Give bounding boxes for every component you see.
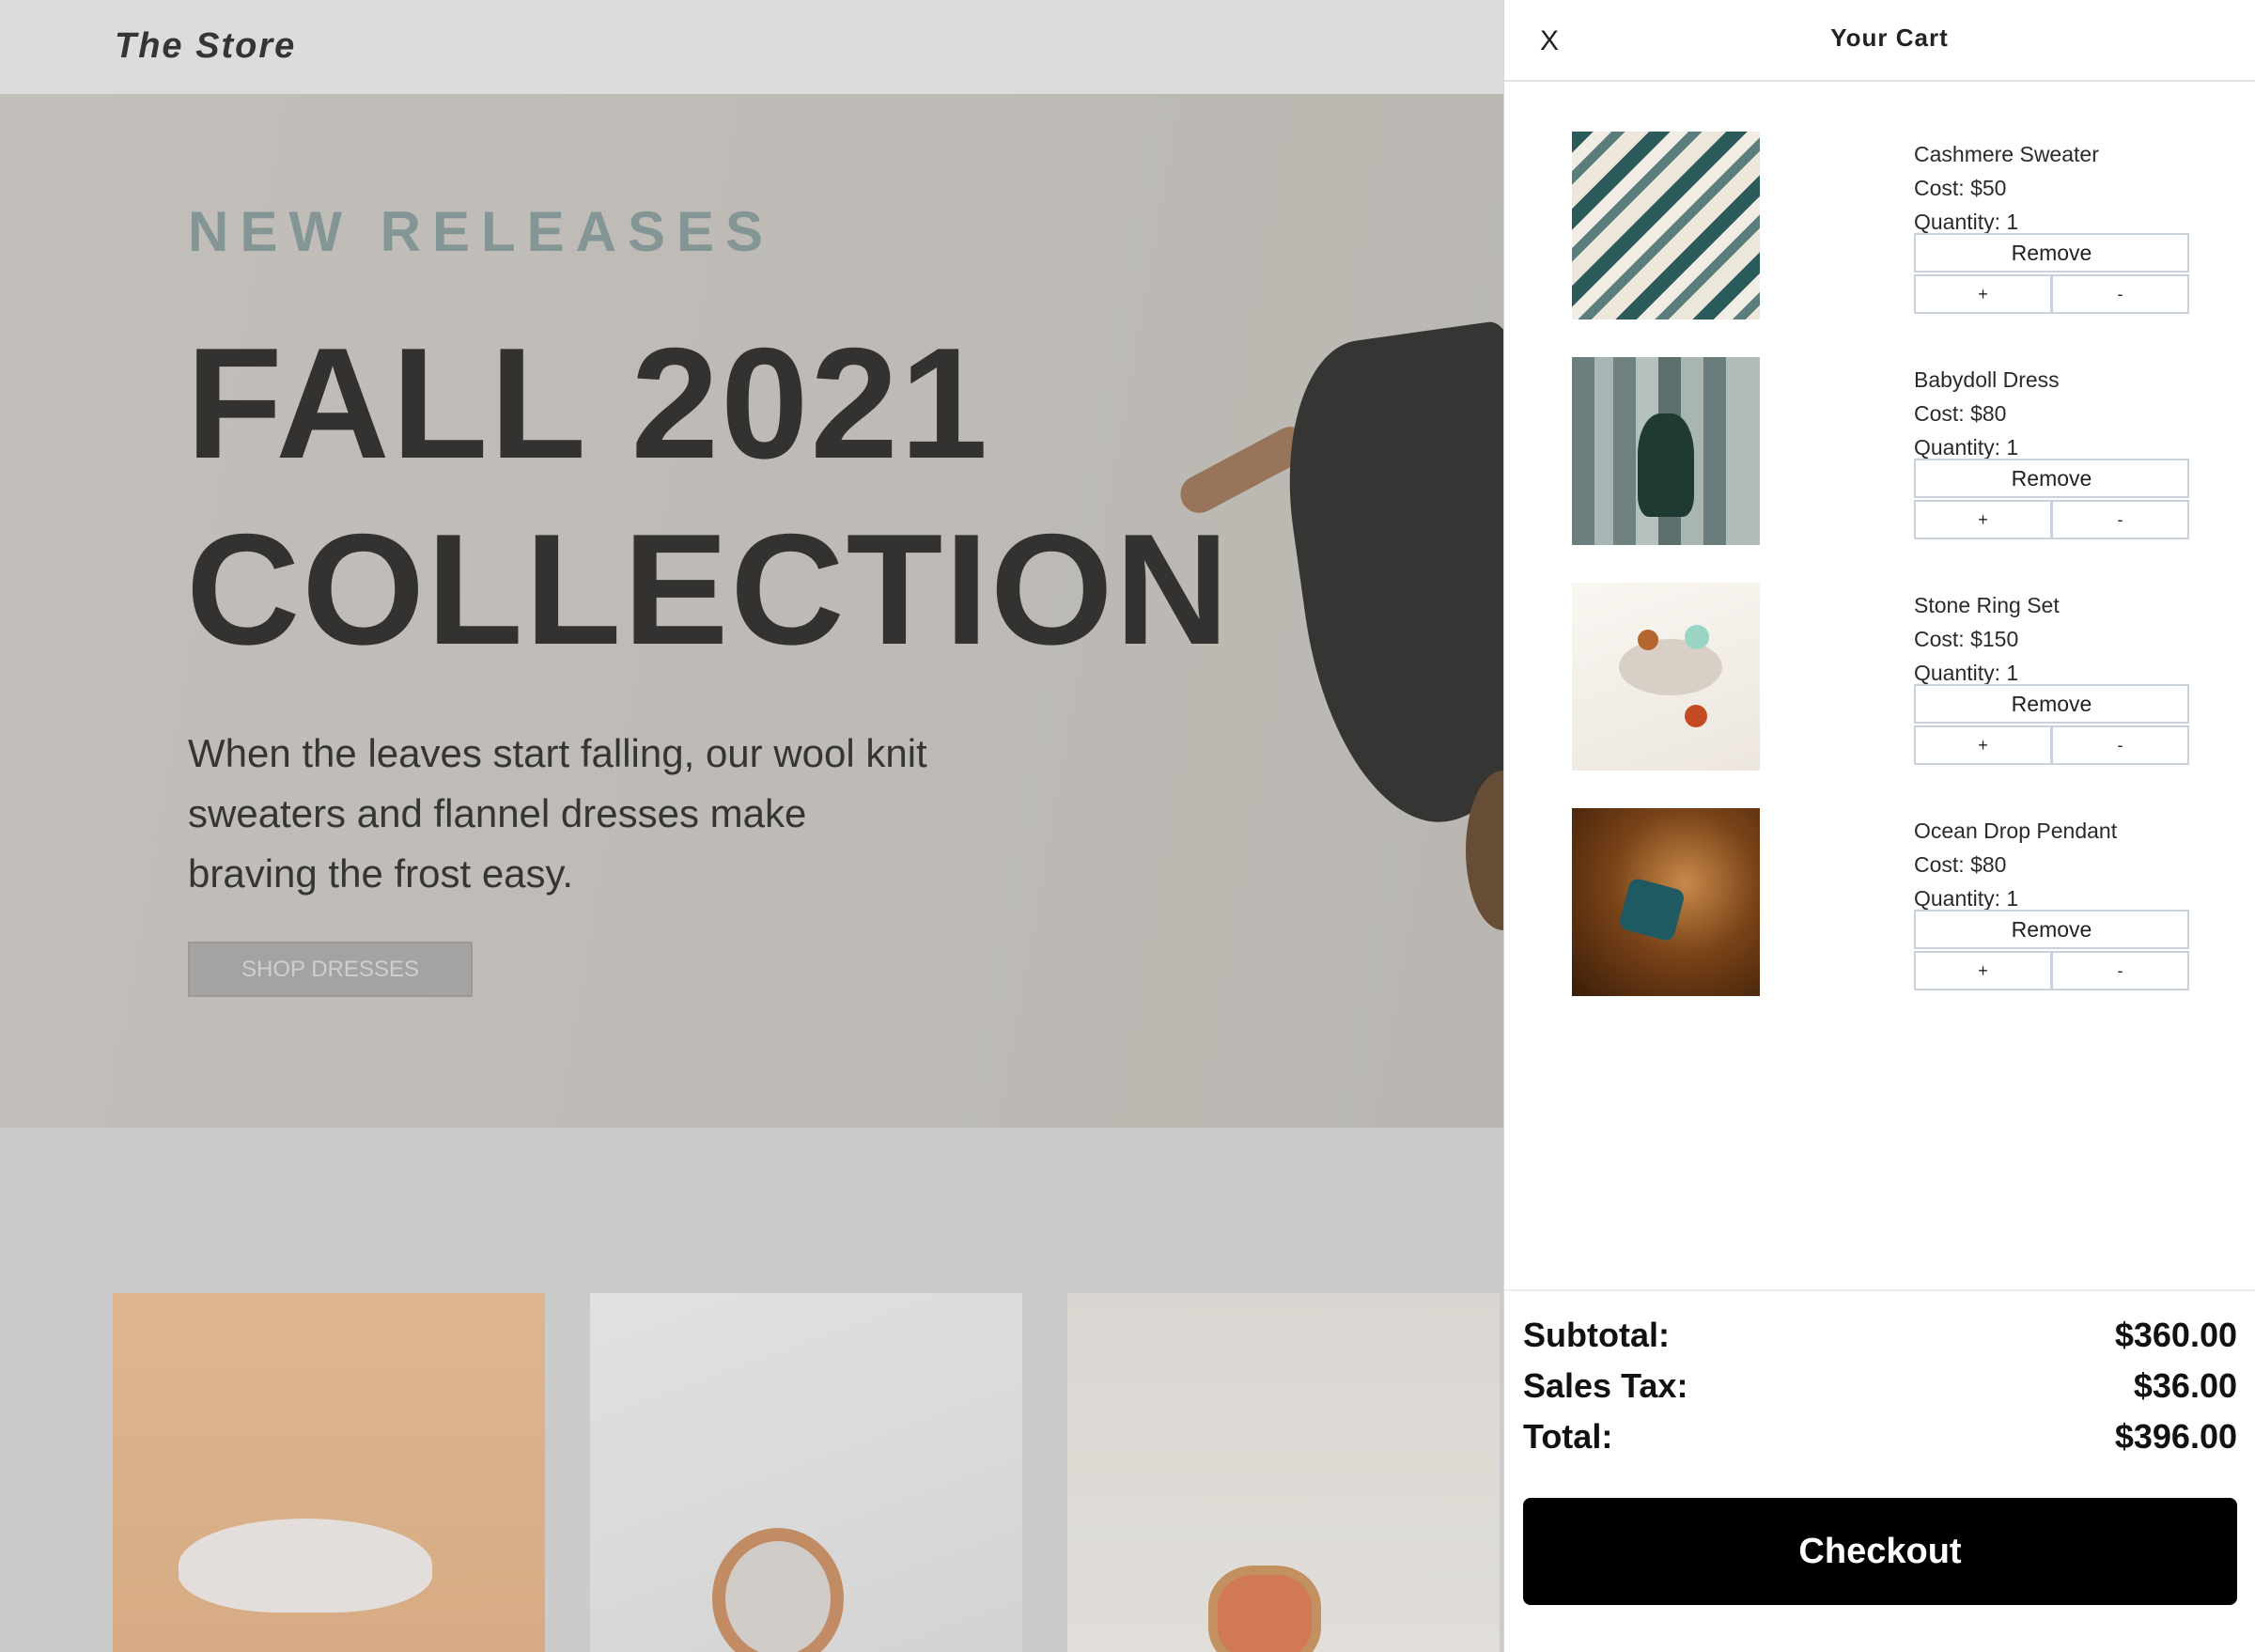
cart-item-cost: Cost: $150	[1914, 627, 2019, 651]
cart-item-info: Babydoll Dress Cost: $80 Quantity: 1	[1914, 363, 2196, 464]
sales-tax-value: $36.00	[2133, 1366, 2237, 1405]
dress-model-figure	[1638, 413, 1694, 517]
cart-item: Babydoll Dress Cost: $80 Quantity: 1 Rem…	[1504, 357, 2255, 554]
cart-panel: X Your Cart Cashmere Sweater Cost: $50 Q…	[1503, 0, 2255, 1652]
babydoll-dress-image	[1572, 357, 1760, 545]
cart-item-info: Cashmere Sweater Cost: $50 Quantity: 1	[1914, 137, 2196, 239]
remove-item-button[interactable]: Remove	[1914, 459, 2189, 498]
ring-gem	[1685, 625, 1709, 649]
subtotal-value: $360.00	[2114, 1316, 2237, 1354]
cart-item-name: Babydoll Dress	[1914, 367, 2060, 392]
cashmere-sweater-image	[1572, 132, 1760, 319]
cart-item-cost: Cost: $80	[1914, 401, 2007, 426]
cart-title: Your Cart	[1830, 23, 1949, 52]
pendant-gem	[1617, 877, 1687, 943]
increase-quantity-button[interactable]: +	[1914, 725, 2052, 765]
cart-item-cost: Cost: $50	[1914, 176, 2007, 200]
remove-item-button[interactable]: Remove	[1914, 910, 2189, 949]
total-row: Total: $396.00	[1523, 1417, 2237, 1468]
total-value: $396.00	[2114, 1417, 2237, 1456]
sales-tax-row: Sales Tax: $36.00	[1523, 1366, 2237, 1417]
sales-tax-label: Sales Tax:	[1523, 1366, 1688, 1405]
ring-gem	[1685, 705, 1707, 727]
page-dim-overlay[interactable]	[0, 0, 1503, 1652]
increase-quantity-button[interactable]: +	[1914, 274, 2052, 314]
subtotal-row: Subtotal: $360.00	[1523, 1316, 2237, 1366]
subtotal-label: Subtotal:	[1523, 1316, 1670, 1354]
decrease-quantity-button[interactable]: -	[2051, 725, 2189, 765]
cart-header: X Your Cart	[1504, 0, 2255, 82]
increase-quantity-button[interactable]: +	[1914, 951, 2052, 990]
cart-item: Ocean Drop Pendant Cost: $80 Quantity: 1…	[1504, 808, 2255, 1005]
decrease-quantity-button[interactable]: -	[2051, 274, 2189, 314]
ring-gem	[1638, 630, 1658, 650]
ocean-drop-pendant-image	[1572, 808, 1760, 996]
stone-shape	[1619, 639, 1722, 695]
checkout-button[interactable]: Checkout	[1523, 1498, 2237, 1605]
stone-ring-set-image	[1572, 583, 1760, 771]
cart-item-info: Stone Ring Set Cost: $150 Quantity: 1	[1914, 588, 2196, 690]
remove-item-button[interactable]: Remove	[1914, 684, 2189, 724]
total-label: Total:	[1523, 1417, 1613, 1456]
cart-item-name: Cashmere Sweater	[1914, 142, 2099, 166]
decrease-quantity-button[interactable]: -	[2051, 500, 2189, 539]
cart-item: Stone Ring Set Cost: $150 Quantity: 1 Re…	[1504, 583, 2255, 780]
cart-item-info: Ocean Drop Pendant Cost: $80 Quantity: 1	[1914, 814, 2196, 915]
cart-item: Cashmere Sweater Cost: $50 Quantity: 1 R…	[1504, 132, 2255, 329]
cart-item-name: Stone Ring Set	[1914, 593, 2060, 617]
cart-item-name: Ocean Drop Pendant	[1914, 818, 2118, 843]
increase-quantity-button[interactable]: +	[1914, 500, 2052, 539]
decrease-quantity-button[interactable]: -	[2051, 951, 2189, 990]
cart-summary: Subtotal: $360.00 Sales Tax: $36.00 Tota…	[1504, 1289, 2255, 1652]
cart-item-cost: Cost: $80	[1914, 852, 2007, 877]
remove-item-button[interactable]: Remove	[1914, 233, 2189, 273]
